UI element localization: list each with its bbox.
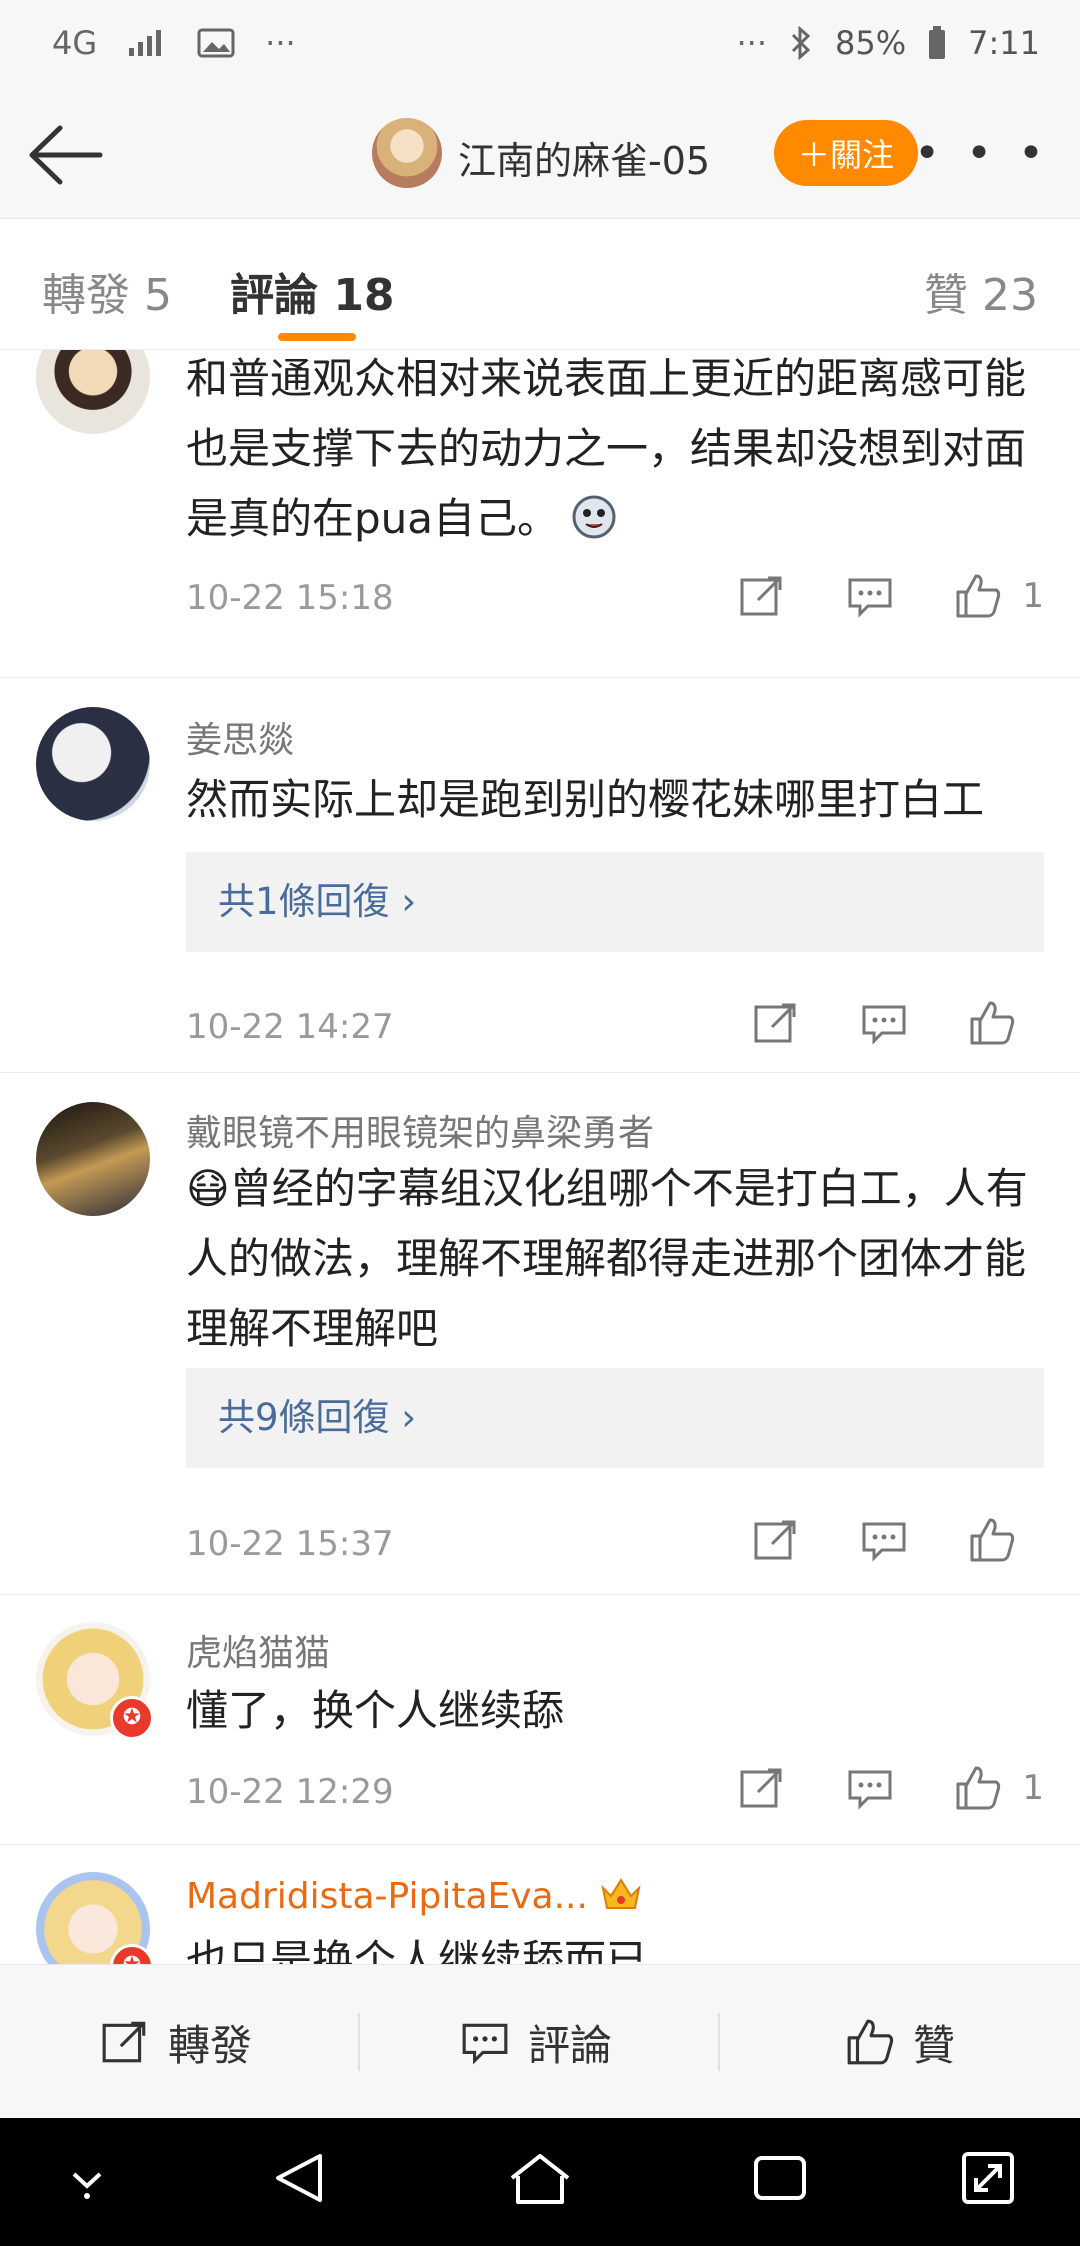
active-tab-indicator: [278, 333, 356, 341]
like-icon[interactable]: [968, 1516, 1016, 1564]
commenter-name[interactable]: 虎焰猫猫: [186, 1624, 330, 1676]
comment-text: 然而实际上却是跑到别的樱花妹哪里打白工: [186, 775, 985, 824]
comment-button[interactable]: 評論: [460, 1965, 612, 2119]
comment-item: 和普通观众相对来说表面上更近的距离感可能也是支撑下去的动力之一，结果却没想到对面…: [0, 350, 1080, 678]
comment-item: ✪ Madridista-PipitaEva... 也只是换个人继续舔而已: [0, 1844, 1080, 1964]
repost-label: 轉發: [168, 2020, 253, 2070]
status-bar: 4G ··· ··· 85% 7:11: [0, 0, 1080, 90]
clock: 7:11: [968, 24, 1040, 62]
back-arrow-icon[interactable]: [26, 120, 106, 190]
vip-badge-icon: ✪: [110, 1696, 154, 1740]
more-options-icon[interactable]: • • •: [914, 128, 1050, 179]
commenter-name[interactable]: 姜思燚: [186, 711, 294, 763]
comment-time: 10-22 15:37: [186, 1524, 394, 1564]
comment-text: 😷曾经的字幕组汉化组哪个不是打白工，人有人的做法，理解不理解都得走进那个团体才能…: [186, 1164, 1028, 1353]
bluetooth-icon: [791, 26, 811, 60]
commenter-avatar[interactable]: [36, 1102, 150, 1216]
follow-button[interactable]: ＋關注: [774, 120, 918, 186]
system-nav-bar: [0, 2118, 1080, 2246]
battery-icon: [929, 26, 946, 59]
commenter-name[interactable]: Madridista-PipitaEva...: [186, 1874, 643, 1917]
author-avatar[interactable]: [372, 118, 442, 188]
repost-icon[interactable]: [752, 999, 800, 1047]
more-notifications-icon: ···: [265, 24, 296, 62]
like-count: 1: [1022, 1768, 1044, 1808]
crown-badge-icon: [601, 1878, 642, 1909]
like-icon: [847, 2019, 894, 2065]
tab-likes[interactable]: 贊 23: [924, 259, 1038, 323]
chevron-right-icon: ›: [401, 880, 417, 923]
back-icon[interactable]: [270, 2148, 330, 2208]
like-button[interactable]: 贊: [845, 1965, 955, 2119]
dog-emoji-icon: [572, 495, 616, 539]
reply-icon[interactable]: [846, 572, 894, 620]
reply-count-label: 共9條回復: [218, 1396, 390, 1439]
repost-icon: [102, 2021, 146, 2063]
repost-icon[interactable]: [752, 1516, 800, 1564]
network-4g-icon: 4G: [52, 24, 98, 62]
recent-apps-icon[interactable]: [752, 2148, 808, 2208]
like-label: 贊: [913, 2020, 956, 2070]
home-icon[interactable]: [508, 2148, 572, 2208]
comment-time: 10-22 15:18: [186, 578, 394, 618]
comment-item: ✪ 虎焰猫猫 懂了，换个人继续舔 10-22 12:29 1: [0, 1594, 1080, 1845]
comment-icon: [462, 2023, 508, 2065]
view-replies-button[interactable]: 共9條回復 ›: [186, 1368, 1044, 1468]
comment-text: 也只是换个人继续舔而已: [186, 1936, 649, 1964]
comment-item: 姜思燚 然而实际上却是跑到别的樱花妹哪里打白工 共1條回復 › 10-22 14…: [0, 677, 1080, 1073]
comment-text: 懂了，换个人继续舔: [186, 1686, 565, 1735]
author-name[interactable]: 江南的麻雀-05: [458, 130, 710, 185]
comment-item: 戴眼镜不用眼镜架的鼻梁勇者 😷曾经的字幕组汉化组哪个不是打白工，人有人的做法，理…: [0, 1072, 1080, 1595]
like-icon[interactable]: [968, 999, 1016, 1047]
chevron-right-icon: ›: [401, 1396, 417, 1439]
like-icon[interactable]: [954, 1764, 1002, 1812]
commenter-name[interactable]: 戴眼镜不用眼镜架的鼻梁勇者: [186, 1104, 654, 1156]
comment-list[interactable]: 和普通观众相对来说表面上更近的距离感可能也是支撑下去的动力之一，结果却没想到对面…: [0, 350, 1080, 1964]
image-icon: [197, 28, 235, 58]
reply-icon[interactable]: [860, 1516, 908, 1564]
repost-icon[interactable]: [738, 1764, 786, 1812]
comment-time: 10-22 14:27: [186, 1007, 394, 1047]
repost-button[interactable]: 轉發: [100, 1965, 252, 2119]
divider: [718, 2013, 720, 2071]
comment-actions: [752, 1516, 1016, 1564]
commenter-avatar[interactable]: [36, 350, 150, 434]
detail-tabs: 轉發 5 評論 18 贊 23: [0, 219, 1080, 350]
divider: [358, 2013, 360, 2071]
comment-actions: [752, 999, 1016, 1047]
hide-keyboard-icon[interactable]: [62, 2148, 112, 2208]
top-nav-bar: 江南的麻雀-05 ＋關注 • • •: [0, 90, 1080, 219]
comment-actions: 1: [738, 1764, 1044, 1812]
comment-time: 10-22 12:29: [186, 1772, 394, 1812]
repost-icon[interactable]: [738, 572, 786, 620]
reply-count-label: 共1條回復: [218, 880, 390, 923]
reply-icon[interactable]: [860, 999, 908, 1047]
commenter-avatar[interactable]: [36, 707, 150, 821]
comment-actions: 1: [738, 572, 1044, 620]
like-icon[interactable]: [954, 572, 1002, 620]
tab-comments[interactable]: 評論 18: [230, 259, 395, 323]
battery-percent: 85%: [835, 24, 907, 62]
expand-icon[interactable]: [960, 2148, 1016, 2208]
comment-label: 評論: [528, 2020, 613, 2070]
signal-icon: [129, 30, 162, 56]
bottom-action-bar: 轉發 評論 贊: [0, 1964, 1080, 2119]
reply-icon[interactable]: [846, 1764, 894, 1812]
view-replies-button[interactable]: 共1條回復 ›: [186, 852, 1044, 952]
comment-text: 和普通观众相对来说表面上更近的距离感可能也是支撑下去的动力之一，结果却没想到对面…: [186, 354, 1027, 543]
more-status-icon: ···: [736, 24, 768, 62]
like-count: 1: [1022, 576, 1044, 616]
tab-reposts[interactable]: 轉發 5: [42, 259, 172, 323]
